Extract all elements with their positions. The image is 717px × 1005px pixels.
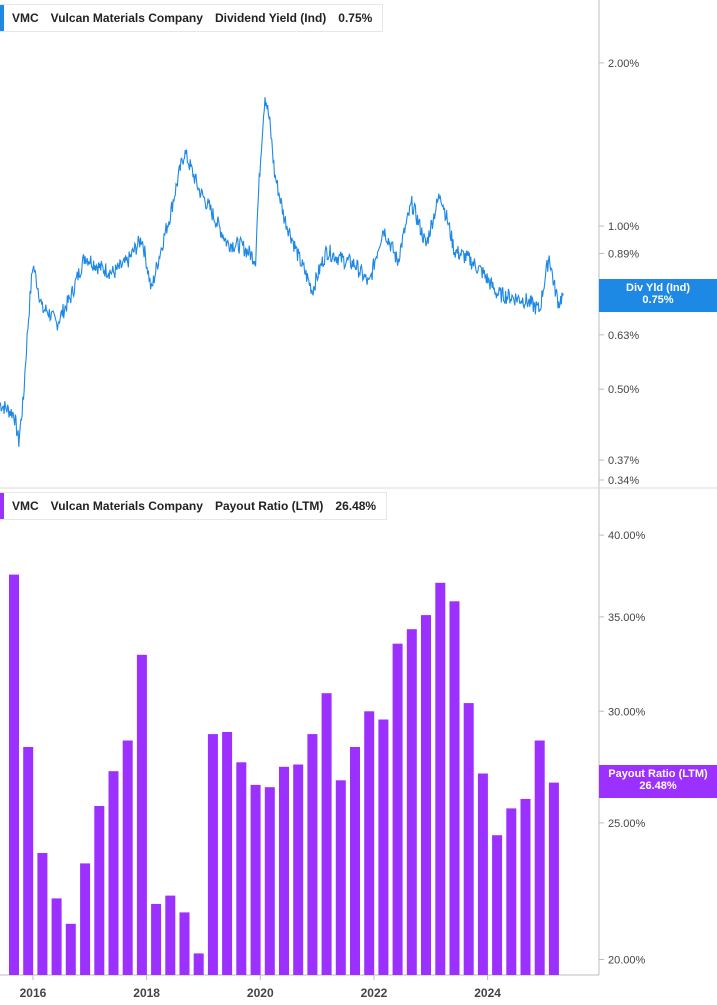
y-tick-label: 0.34% (608, 475, 639, 487)
y-tick-label: 0.37% (608, 455, 639, 467)
payout-ratio-bar (151, 903, 162, 975)
tag-value: 0.75% (642, 294, 674, 306)
payout-ratio-bar (179, 912, 190, 975)
y-tick-label: 1.00% (608, 221, 639, 233)
payout-ratio-bar (51, 898, 62, 975)
payout-ratio-bar (364, 711, 375, 975)
x-tick-label: 2016 (20, 986, 47, 1000)
x-tick-label: 2022 (361, 986, 388, 1000)
payout-ratio-bar (293, 764, 304, 975)
payout-ratio-bar (94, 806, 105, 975)
payout-ratio-bar (392, 643, 403, 975)
legend-ticker: VMC (12, 11, 39, 25)
payout-ratio-bar (335, 780, 346, 975)
payout-ratio-bar (506, 808, 517, 975)
legend-company: Vulcan Materials Company (50, 499, 203, 513)
current-value-tag-payout: Payout Ratio (LTM) 26.48% (599, 765, 717, 798)
legend-metric: Dividend Yield (Ind) (214, 11, 327, 25)
payout-ratio-bar (548, 782, 559, 975)
legend-value: 0.75% (338, 11, 373, 25)
payout-ratio-bar (463, 703, 474, 975)
payout-ratio-bar (193, 953, 204, 975)
dividend-yield-line (0, 97, 564, 447)
payout-ratio-bar (9, 574, 19, 975)
payout-ratio-bar (378, 719, 389, 975)
tag-label: Payout Ratio (LTM) (608, 768, 708, 780)
payout-ratio-bar (321, 693, 332, 975)
x-tick-label: 2020 (247, 986, 274, 1000)
payout-ratio-bar (108, 771, 119, 975)
x-tick-label: 2018 (133, 986, 160, 1000)
payout-ratio-bar (165, 895, 176, 975)
legend-value: 26.48% (335, 499, 377, 513)
payout-ratio-bar (23, 747, 34, 975)
payout-ratio-bar (477, 773, 488, 975)
series-color-swatch (0, 5, 4, 31)
payout-ratio-bar (421, 615, 431, 975)
y-tick-label: 0.63% (608, 330, 639, 342)
payout-ratio-bar (534, 740, 545, 975)
payout-ratio-bar (435, 582, 446, 975)
payout-ratio-bar (80, 863, 91, 975)
y-tick-label: 20.00% (608, 954, 646, 966)
payout-ratio-bar (122, 740, 133, 975)
y-tick-label: 30.00% (608, 706, 646, 718)
payout-ratio-bar (207, 734, 218, 975)
y-tick-label: 40.00% (608, 530, 646, 542)
payout-ratio-bar (350, 747, 360, 975)
payout-ratio-bar (307, 734, 318, 975)
series-color-swatch (0, 493, 4, 519)
top-panel-legend: VMC Vulcan Materials Company Dividend Yi… (0, 4, 384, 32)
bottom-panel-legend: VMC Vulcan Materials Company Payout Rati… (0, 492, 388, 520)
legend-metric: Payout Ratio (LTM) (214, 499, 324, 513)
current-value-tag-yield: Div Yld (Ind) 0.75% (599, 279, 717, 312)
payout-ratio-bar (492, 835, 503, 975)
legend-company: Vulcan Materials Company (50, 11, 203, 25)
x-tick-label: 2024 (474, 986, 501, 1000)
legend-ticker: VMC (12, 499, 39, 513)
payout-ratio-bar (236, 762, 247, 975)
payout-ratio-bar (37, 853, 48, 975)
y-tick-label: 2.00% (608, 58, 639, 70)
payout-ratio-bar (222, 732, 233, 975)
tag-value: 26.48% (639, 780, 677, 792)
payout-ratio-bar (136, 654, 147, 975)
payout-ratio-bar (279, 766, 289, 975)
payout-ratio-bar (406, 629, 417, 975)
y-tick-label: 25.00% (608, 818, 646, 830)
tag-label: Div Yld (Ind) (626, 282, 690, 294)
payout-ratio-bar (250, 784, 261, 975)
y-tick-label: 35.00% (608, 612, 646, 624)
payout-ratio-bar (520, 798, 531, 975)
payout-ratio-bar (264, 787, 275, 975)
y-tick-label: 0.89% (608, 248, 639, 260)
payout-ratio-bar (65, 923, 76, 975)
y-tick-label: 0.50% (608, 384, 639, 396)
payout-ratio-bar (449, 601, 460, 975)
